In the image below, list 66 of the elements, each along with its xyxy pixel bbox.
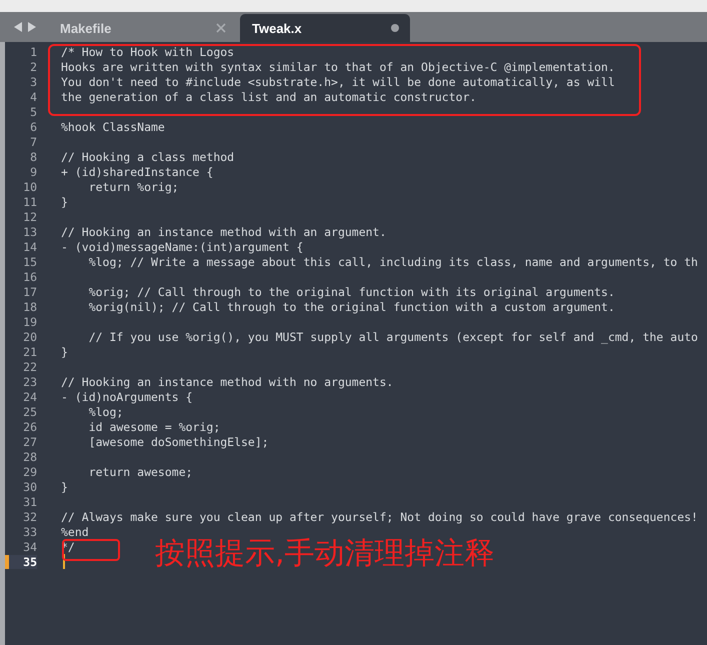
highlight-frame bbox=[62, 539, 120, 561]
line-number: 21 bbox=[22, 344, 37, 358]
line-number: 23 bbox=[22, 374, 37, 388]
code-line: [awesome doSomethingElse]; bbox=[88, 434, 269, 448]
code-line: + (id)sharedInstance { bbox=[61, 164, 214, 178]
line-number: 18 bbox=[22, 300, 37, 314]
code-line: %orig; // Call through to the original function with its original arguments. bbox=[88, 284, 615, 298]
line-number: 27 bbox=[22, 434, 37, 448]
line-number: 1 bbox=[29, 44, 37, 58]
line-number: 35 bbox=[5, 554, 37, 568]
line-number: 30 bbox=[22, 480, 37, 494]
line-number: 28 bbox=[22, 450, 37, 464]
line-number: 22 bbox=[22, 360, 37, 374]
code-line: } bbox=[61, 480, 68, 494]
close-icon[interactable] bbox=[216, 23, 226, 33]
line-number: 32 bbox=[22, 510, 37, 524]
code-line: the generation of a class list and an automatic constructor. bbox=[61, 90, 476, 104]
line-number: 19 bbox=[22, 314, 37, 328]
line-number: 13 bbox=[22, 224, 37, 238]
line-number: 5 bbox=[29, 104, 37, 118]
back-forward-arrows-icon[interactable] bbox=[14, 22, 36, 32]
code-line: %log; bbox=[88, 404, 124, 418]
line-number: 16 bbox=[22, 270, 37, 284]
line-number: 10 bbox=[22, 180, 37, 194]
code-line: %orig(nil); // Call through to the original function with a custom argument. bbox=[88, 300, 615, 314]
code-line: /* How to Hook with Logos bbox=[61, 44, 234, 58]
line-number: 31 bbox=[22, 494, 37, 508]
line-number: 3 bbox=[29, 74, 37, 88]
line-number: 24 bbox=[22, 390, 37, 404]
code-line: } bbox=[61, 194, 68, 208]
line-number: 26 bbox=[22, 420, 37, 434]
line-number: 7 bbox=[29, 134, 37, 148]
line-number: 25 bbox=[22, 404, 37, 418]
code-line: // Hooking an instance method with an argument. bbox=[61, 224, 386, 238]
line-number: 2 bbox=[29, 60, 37, 74]
tab[interactable]: Tweak.x bbox=[240, 14, 410, 42]
code-line: // Hooking an instance method with no arguments. bbox=[61, 374, 394, 388]
line-number: 8 bbox=[29, 150, 37, 164]
code-line: // If you use %orig(), you MUST supply all arguments (except for self and _cmd, the auto bbox=[88, 330, 698, 344]
line-number: 6 bbox=[29, 120, 37, 134]
annotation-text: 按照提示,手动清理掉注释 bbox=[155, 535, 495, 573]
line-number: 9 bbox=[29, 164, 37, 178]
code-line: // Always make sure you clean up after yourself; Not doing so could have grave consequences! bbox=[61, 510, 698, 524]
code-line: You don't need to #include <substrate.h>, it will be done automatically, as will bbox=[61, 74, 615, 88]
code-line: %log; // Write a message about this call, including its class, name and arguments, to th bbox=[88, 254, 698, 268]
line-number: 11 bbox=[22, 194, 37, 208]
code-line: %hook ClassName bbox=[61, 120, 165, 134]
line-number: 17 bbox=[22, 284, 37, 298]
line-number: 29 bbox=[22, 464, 37, 478]
code-line: - (id)noArguments { bbox=[61, 390, 193, 404]
code-line: } bbox=[61, 344, 68, 358]
line-number: 33 bbox=[22, 524, 37, 538]
code-line: %end bbox=[61, 524, 89, 538]
line-number: 14 bbox=[22, 240, 37, 254]
line-number: 20 bbox=[22, 330, 37, 344]
line-number: 12 bbox=[22, 210, 37, 224]
code-line: id awesome = %orig; bbox=[88, 420, 220, 434]
code-line: // Hooking a class method bbox=[61, 150, 234, 164]
text-cursor bbox=[63, 554, 65, 569]
line-number: 34 bbox=[22, 540, 37, 554]
line-number: 15 bbox=[22, 254, 37, 268]
code-line: Hooks are written with syntax similar to that of an Objective-C @implementation. bbox=[61, 60, 615, 74]
line-number: 4 bbox=[29, 90, 37, 104]
code-line: return awesome; bbox=[88, 464, 193, 478]
code-line: - (void)messageName:(int)argument { bbox=[61, 240, 304, 254]
code-line: return %orig; bbox=[88, 180, 179, 194]
